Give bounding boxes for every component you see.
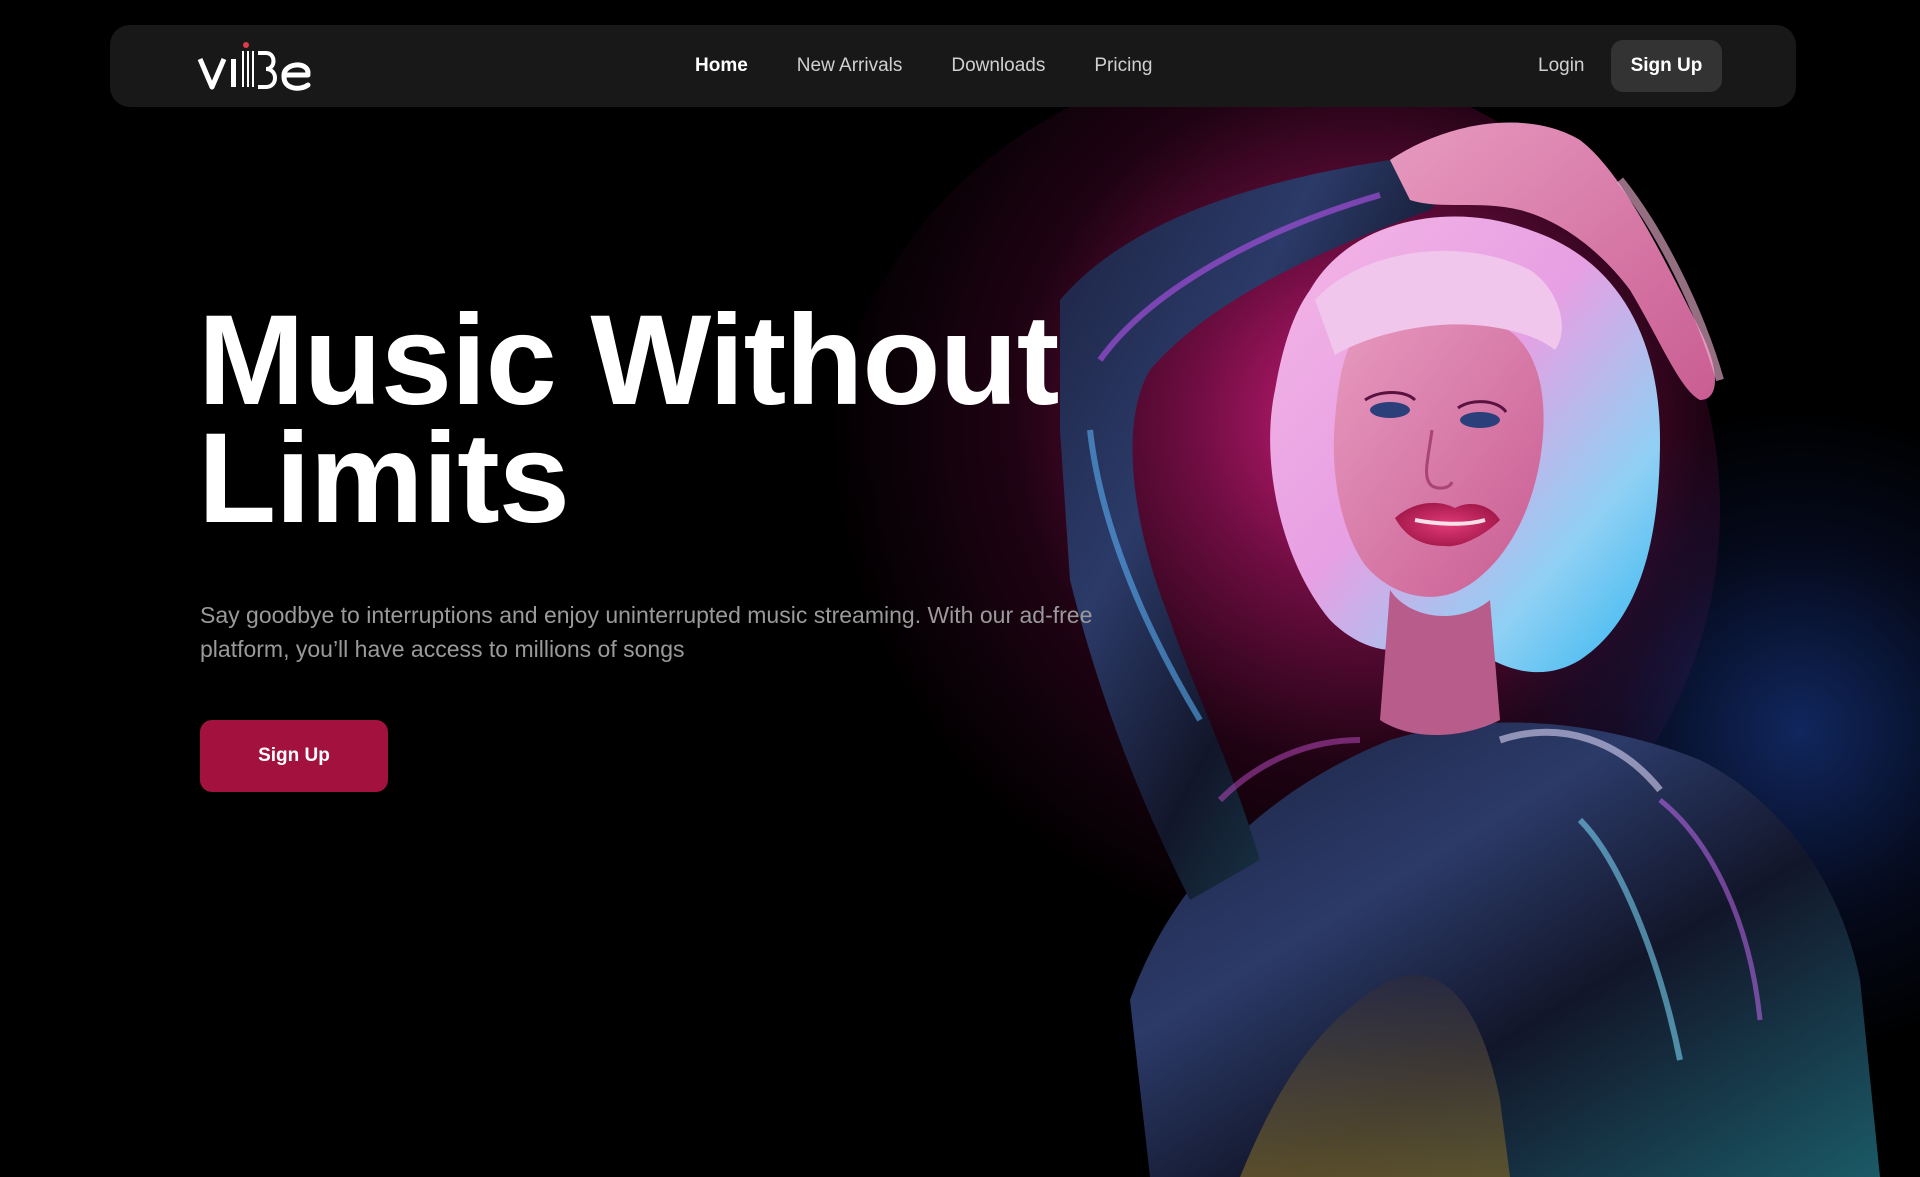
nav-link-downloads[interactable]: Downloads — [951, 55, 1045, 77]
hero-title-line-2: Limits — [198, 407, 570, 550]
hero-image — [1060, 100, 1920, 1177]
nav-links: Home New Arrivals Downloads Pricing — [695, 25, 1152, 107]
nav-sign-up-button[interactable]: Sign Up — [1611, 40, 1722, 92]
landing-page: Home New Arrivals Downloads Pricing Logi… — [0, 0, 1920, 1177]
hero-title: Music Without Limits — [198, 297, 1158, 543]
hero-sign-up-button[interactable]: Sign Up — [200, 720, 388, 792]
hero-subtitle: Say goodbye to interruptions and enjoy u… — [200, 602, 1093, 662]
vibe-logo[interactable] — [196, 39, 314, 93]
top-navbar: Home New Arrivals Downloads Pricing Logi… — [110, 25, 1796, 107]
login-link[interactable]: Login — [1538, 25, 1585, 107]
nav-link-new-arrivals[interactable]: New Arrivals — [797, 55, 903, 77]
nav-link-home[interactable]: Home — [695, 55, 748, 77]
nav-link-pricing[interactable]: Pricing — [1094, 55, 1152, 77]
